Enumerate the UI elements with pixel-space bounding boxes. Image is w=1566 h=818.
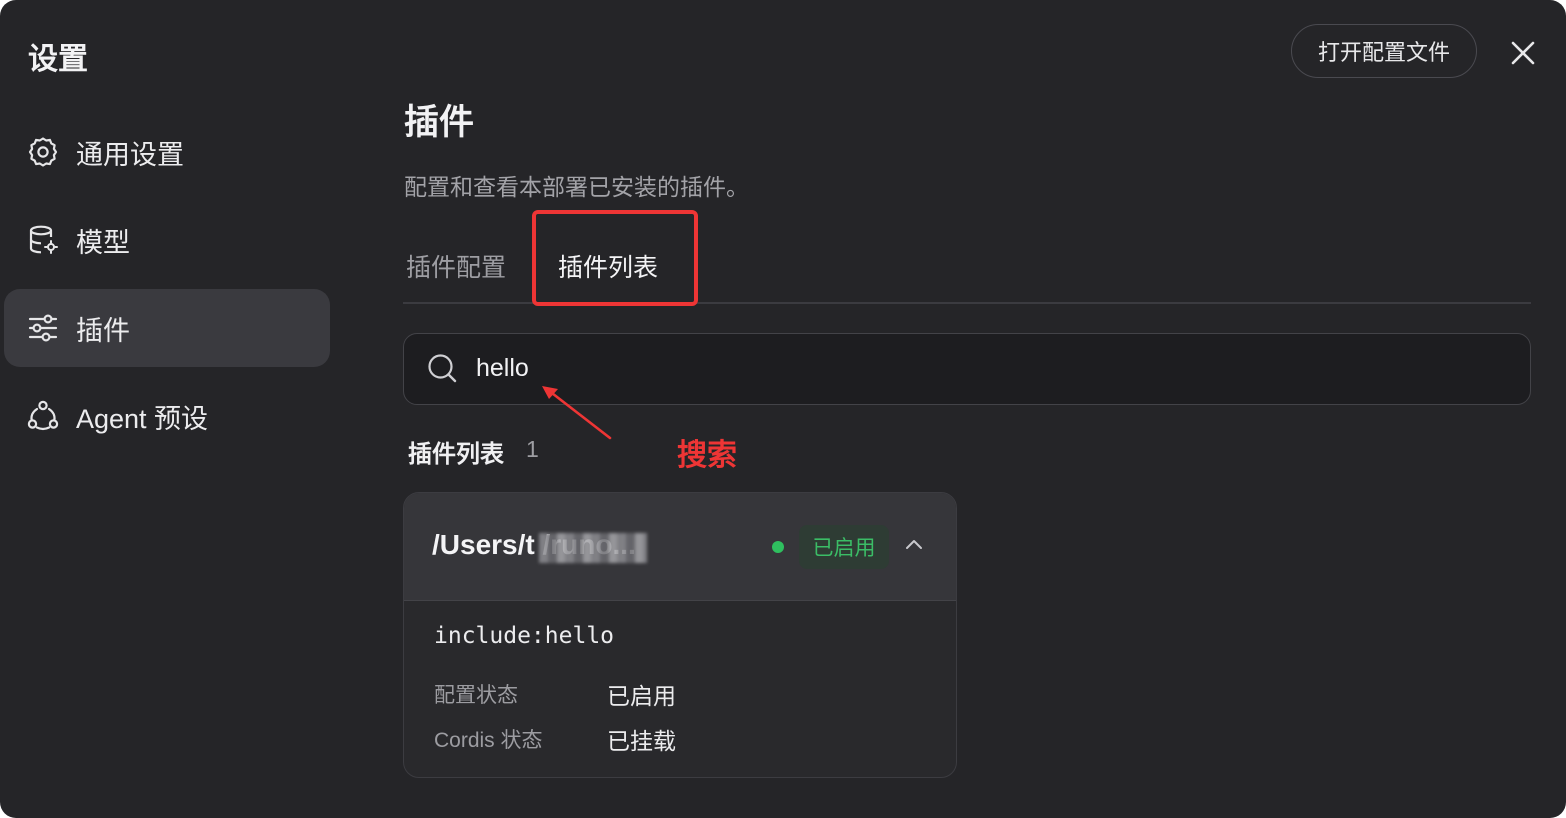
gear-icon — [26, 135, 60, 169]
close-button[interactable] — [1506, 36, 1540, 70]
cordis-status-label: Cordis 状态 — [434, 729, 543, 752]
search-icon — [428, 354, 457, 383]
sidebar-item-label: 模型 — [76, 227, 130, 258]
cordis-status-value: 已挂载 — [607, 728, 676, 754]
plugin-include: include:hello — [434, 623, 615, 649]
config-status-value: 已启用 — [607, 683, 676, 709]
plugin-list-count: 1 — [526, 436, 539, 462]
sliders-icon — [26, 311, 60, 345]
annotation-arrow — [542, 386, 612, 440]
sidebar-item-general-settings[interactable]: 通用设置 — [4, 113, 330, 191]
sidebar-item-models[interactable]: 模型 — [4, 201, 330, 279]
window-title: 设置 — [28, 43, 88, 76]
sidebar-item-label: Agent 预设 — [76, 403, 209, 434]
agent-network-icon — [26, 399, 60, 433]
sidebar-item-label: 通用设置 — [76, 139, 184, 170]
redacted-username — [539, 533, 647, 563]
database-icon — [26, 223, 60, 257]
plugin-card-header[interactable]: /Users/t /runo... 已启用 — [404, 493, 956, 601]
plugin-card: /Users/t /runo... 已启用 include:hello 配置状态… — [403, 492, 957, 778]
search-input[interactable] — [476, 346, 1506, 390]
config-status-label: 配置状态 — [434, 684, 518, 707]
page-title: 插件 — [404, 103, 475, 142]
close-icon — [1511, 41, 1535, 65]
sidebar-item-plugins[interactable]: 插件 — [4, 289, 330, 367]
status-dot — [772, 541, 784, 553]
chevron-up-icon[interactable] — [902, 533, 926, 557]
sidebar-item-agent-presets[interactable]: Agent 预设 — [4, 377, 330, 455]
tab-plugin-config[interactable]: 插件配置 — [406, 248, 506, 284]
page-description: 配置和查看本部署已安装的插件。 — [404, 174, 749, 200]
open-config-file-button[interactable]: 打开配置文件 — [1291, 24, 1477, 78]
annotation-highlight-box — [532, 210, 698, 306]
status-badge: 已启用 — [799, 525, 889, 569]
annotation-search-label: 搜索 — [677, 439, 737, 472]
plugin-list-heading: 插件列表 — [408, 441, 504, 468]
settings-window: 设置 打开配置文件 通用设置 模型 插件 Agent 预设 插件 配置和查看本部… — [0, 0, 1566, 818]
sidebar-item-label: 插件 — [76, 315, 130, 346]
